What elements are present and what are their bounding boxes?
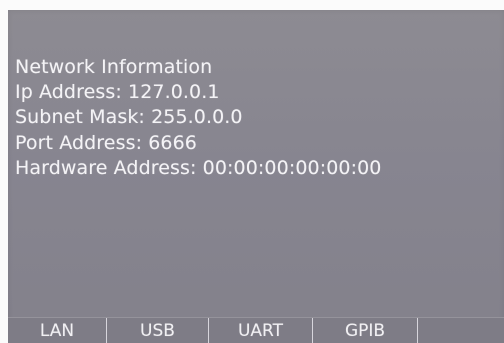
network-info-block: Network Information Ip Address: 127.0.0.… bbox=[15, 55, 495, 181]
tab-usb[interactable]: USB bbox=[107, 318, 208, 343]
interface-tab-bar: LAN USB UART GPIB bbox=[8, 317, 504, 343]
tab-uart[interactable]: UART bbox=[209, 318, 312, 343]
device-screen: Network Information Ip Address: 127.0.0.… bbox=[0, 0, 504, 343]
tab-lan[interactable]: LAN bbox=[8, 318, 106, 343]
ip-address-value: Ip Address: 127.0.0.1 bbox=[15, 81, 220, 104]
tab-separator bbox=[417, 318, 418, 343]
tab-gpib[interactable]: GPIB bbox=[313, 318, 417, 343]
network-info-title: Network Information bbox=[15, 56, 213, 78]
port-address-value: Port Address: 6666 bbox=[15, 131, 197, 154]
subnet-mask-value: Subnet Mask: 255.0.0.0 bbox=[15, 106, 243, 129]
network-info-panel: Network Information Ip Address: 127.0.0.… bbox=[8, 10, 504, 343]
hardware-address-value: Hardware Address: 00:00:00:00:00:00 bbox=[15, 156, 382, 179]
